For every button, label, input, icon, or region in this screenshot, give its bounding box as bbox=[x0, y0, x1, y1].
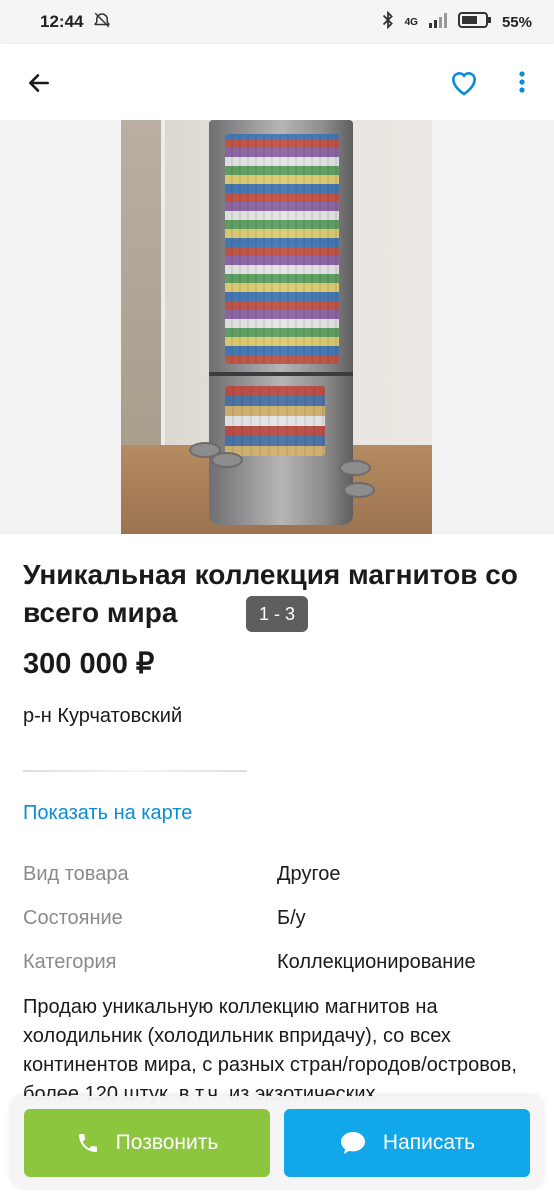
network-type: 4G bbox=[404, 16, 418, 28]
phone-icon bbox=[78, 1134, 97, 1152]
more-options-button[interactable] bbox=[508, 64, 536, 100]
signal-icon bbox=[428, 12, 448, 33]
app-bar bbox=[0, 44, 554, 120]
param-label: Вид товара bbox=[23, 862, 129, 885]
show-on-map-link[interactable]: Показать на карте bbox=[23, 802, 192, 825]
photo-gallery[interactable]: 1 - 3 bbox=[0, 120, 554, 632]
heart-icon bbox=[451, 72, 477, 96]
magnets-top bbox=[225, 134, 339, 364]
listing-photo[interactable] bbox=[121, 120, 432, 534]
listing-district: р-н Курчатовский bbox=[23, 705, 183, 727]
call-button-label: Позвонить bbox=[115, 1131, 219, 1154]
alarm-off-icon bbox=[93, 11, 111, 34]
param-row: Категория Коллекционирование bbox=[23, 940, 531, 984]
message-button-label: Написать bbox=[382, 1131, 476, 1154]
bluetooth-icon bbox=[381, 10, 395, 34]
listing-title: Уникальная коллекция магнитов со всего м… bbox=[23, 559, 518, 628]
bowl bbox=[211, 452, 243, 468]
listing-description: Продаю уникальную коллекцию магнитов на … bbox=[23, 996, 517, 1105]
battery-level: 55% bbox=[501, 13, 532, 31]
param-value: Коллекционирование bbox=[277, 950, 476, 973]
chat-bubble-icon bbox=[340, 1132, 365, 1154]
message-button[interactable]: Написать bbox=[284, 1109, 530, 1177]
param-label: Состояние bbox=[23, 906, 123, 929]
bowl bbox=[343, 482, 375, 498]
param-value: Другое bbox=[277, 862, 341, 885]
address-placeholder bbox=[23, 770, 247, 772]
battery-icon bbox=[457, 11, 492, 34]
status-time: 12:44 bbox=[40, 12, 84, 31]
listing-price: 300 000 ₽ bbox=[23, 648, 155, 680]
bowl bbox=[339, 460, 371, 476]
status-bar: 12:44 4G 55% bbox=[0, 0, 554, 44]
listing-title-wrap: Уникальная коллекция магнитов со всего м… bbox=[23, 556, 531, 632]
param-value: Б/у bbox=[277, 906, 306, 929]
arrow-left-icon bbox=[29, 74, 49, 92]
params-list: Вид товара Другое Состояние Б/у Категори… bbox=[23, 852, 531, 984]
param-row: Вид товара Другое bbox=[23, 852, 531, 896]
magnets-bottom bbox=[225, 386, 325, 456]
fridge-divider bbox=[209, 372, 353, 376]
back-button[interactable] bbox=[22, 66, 56, 100]
favorite-button[interactable] bbox=[444, 64, 484, 100]
more-vert-icon bbox=[519, 71, 525, 93]
action-bar: Позвонить Написать bbox=[10, 1096, 544, 1190]
param-row: Состояние Б/у bbox=[23, 896, 531, 940]
call-button[interactable]: Позвонить bbox=[24, 1109, 270, 1177]
param-label: Категория bbox=[23, 950, 117, 973]
